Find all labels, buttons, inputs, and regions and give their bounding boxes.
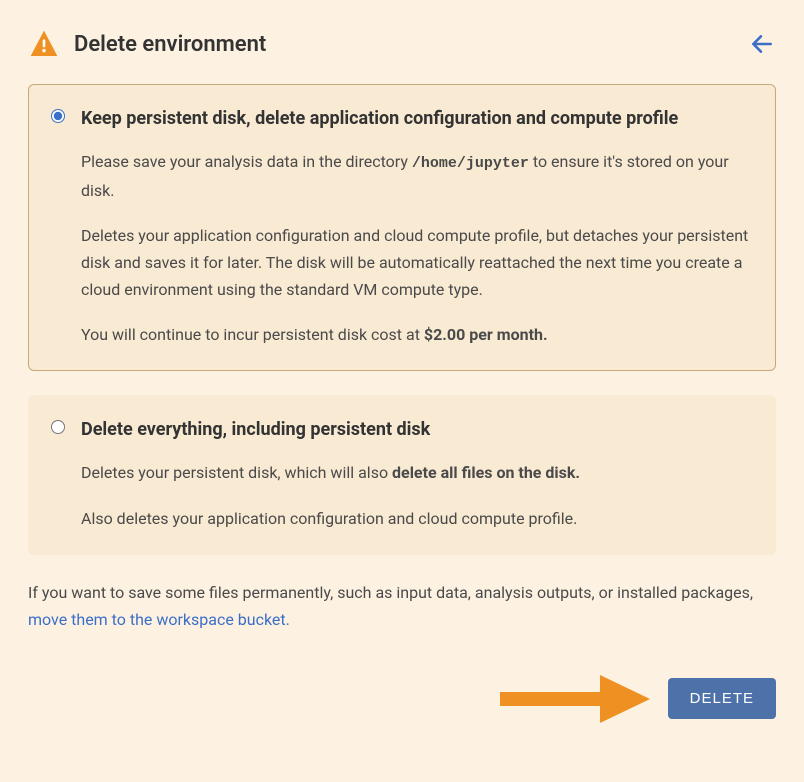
keep-disk-p1: Please save your analysis data in the di…	[81, 148, 753, 204]
dialog-actions: DELETE	[28, 673, 776, 723]
option-keep-disk-content: Keep persistent disk, delete application…	[81, 105, 753, 348]
delete-button[interactable]: DELETE	[668, 678, 776, 719]
annotation-arrow-icon	[500, 673, 650, 723]
option-keep-disk[interactable]: Keep persistent disk, delete application…	[28, 84, 776, 371]
delete-warning: delete all files on the disk.	[392, 463, 580, 482]
jupyter-path: /home/jupyter	[412, 155, 529, 172]
workspace-bucket-link[interactable]: move them to the workspace bucket.	[28, 610, 290, 629]
warning-icon	[28, 28, 60, 60]
text: You will continue to incur persistent di…	[81, 325, 424, 344]
dialog-header: Delete environment	[28, 28, 776, 60]
text: If you want to save some files permanent…	[28, 583, 753, 602]
radio-keep-disk[interactable]	[51, 109, 65, 123]
option-delete-all-content: Delete everything, including persistent …	[81, 416, 753, 531]
text: Please save your analysis data in the di…	[81, 152, 412, 171]
option-delete-all-body: Deletes your persistent disk, which will…	[81, 459, 753, 531]
keep-disk-p2: Deletes your application configuration a…	[81, 222, 753, 304]
dialog-title: Delete environment	[74, 32, 266, 57]
text: Deletes your persistent disk, which will…	[81, 463, 392, 482]
keep-disk-p3: You will continue to incur persistent di…	[81, 321, 753, 348]
back-arrow-icon[interactable]	[748, 30, 776, 58]
disk-cost: $2.00 per month.	[424, 325, 548, 344]
radio-delete-all[interactable]	[51, 420, 65, 434]
option-delete-all-title: Delete everything, including persistent …	[81, 416, 753, 443]
delete-all-p2: Also deletes your application configurat…	[81, 505, 753, 532]
header-left: Delete environment	[28, 28, 266, 60]
delete-all-p1: Deletes your persistent disk, which will…	[81, 459, 753, 486]
footer-note: If you want to save some files permanent…	[28, 579, 776, 633]
option-delete-all[interactable]: Delete everything, including persistent …	[28, 395, 776, 554]
option-keep-disk-title: Keep persistent disk, delete application…	[81, 105, 753, 132]
option-keep-disk-body: Please save your analysis data in the di…	[81, 148, 753, 348]
